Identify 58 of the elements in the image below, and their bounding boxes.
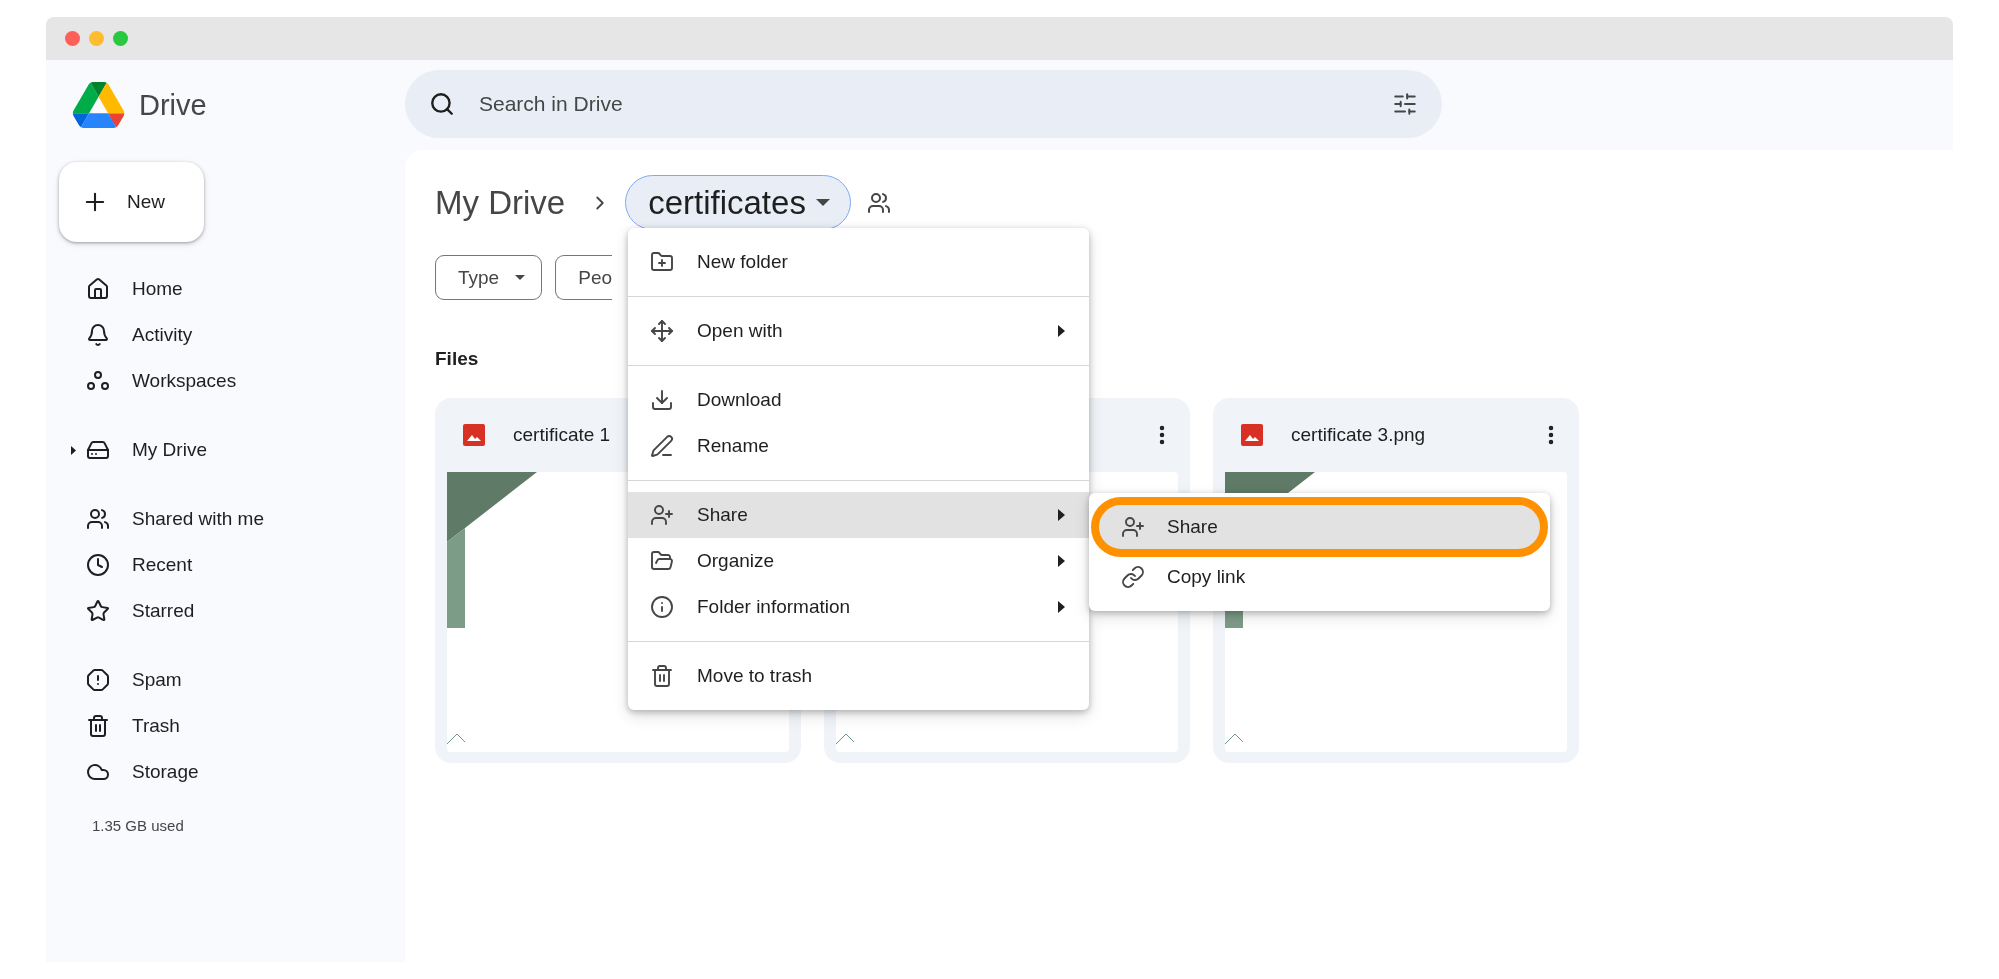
filter-icon[interactable] [1392,91,1418,117]
storage-used: 1.35 GB used [91,817,185,834]
sidebar-item[interactable]: Starred [46,593,405,629]
drive-icon [86,438,110,462]
home-icon [86,277,110,301]
image-file-icon [463,424,485,446]
close-dot[interactable] [65,31,80,46]
menu-item[interactable]: Share [1091,497,1548,557]
download-icon [650,388,674,412]
people-icon [86,507,110,531]
new-button[interactable]: New [59,162,204,242]
sidebar-item[interactable]: Shared with me [46,501,405,537]
app-name: Drive [139,88,207,122]
pen-icon [650,434,674,458]
menu-item[interactable]: New folder [628,239,1089,285]
circles-icon [86,369,110,393]
trash-icon [650,664,674,688]
collapsed-caret-icon[interactable] [70,446,77,455]
folder-dropdown[interactable]: certificates [625,175,851,230]
drive-logo [72,82,125,128]
minimize-dot[interactable] [89,31,104,46]
folder-plus-icon [650,250,674,274]
file-name: certificate 3.png [1291,424,1426,446]
menu-item[interactable]: Open with [628,308,1089,354]
sidebar-item[interactable]: Activity [46,317,405,353]
star-icon [86,599,110,623]
trash-icon [86,714,110,738]
filter-chip[interactable]: Type [435,255,543,300]
sidebar-item[interactable]: Recent [46,547,405,583]
filter-chip[interactable]: Peo [555,255,612,300]
search-bar[interactable]: Search in Drive [405,70,1442,138]
sidebar-item[interactable]: Home [46,271,405,307]
clock-icon [86,553,110,577]
sidebar-item[interactable]: Workspaces [46,363,405,399]
alert-icon [86,668,110,692]
person-add-icon [650,503,674,527]
search-field[interactable]: Search in Drive [477,91,1370,117]
bell-icon [86,323,110,347]
sidebar-item[interactable]: My Drive [46,432,405,468]
breadcrumb-link[interactable]: My Drive [435,183,566,222]
caret-icon [815,199,830,206]
info-icon [650,595,674,619]
caret-icon [515,275,526,280]
menu-item[interactable]: Share [628,492,1089,538]
folder-icon [650,549,674,573]
zoom-dot[interactable] [113,31,128,46]
sidebar-item[interactable]: Storage [46,754,405,790]
menu-item[interactable]: Copy link [1091,557,1548,597]
move-arrows-icon [650,319,674,343]
sidebar-item[interactable]: Spam [46,662,405,698]
person-add-icon [1121,515,1145,539]
sidebar-item[interactable]: Trash [46,708,405,744]
image-file-icon [1241,424,1263,446]
link-icon [1121,565,1145,589]
section-title: Files [435,348,480,371]
file-name: certificate 1 [513,424,611,446]
search-icon [429,91,455,117]
people-icon[interactable] [866,190,891,215]
